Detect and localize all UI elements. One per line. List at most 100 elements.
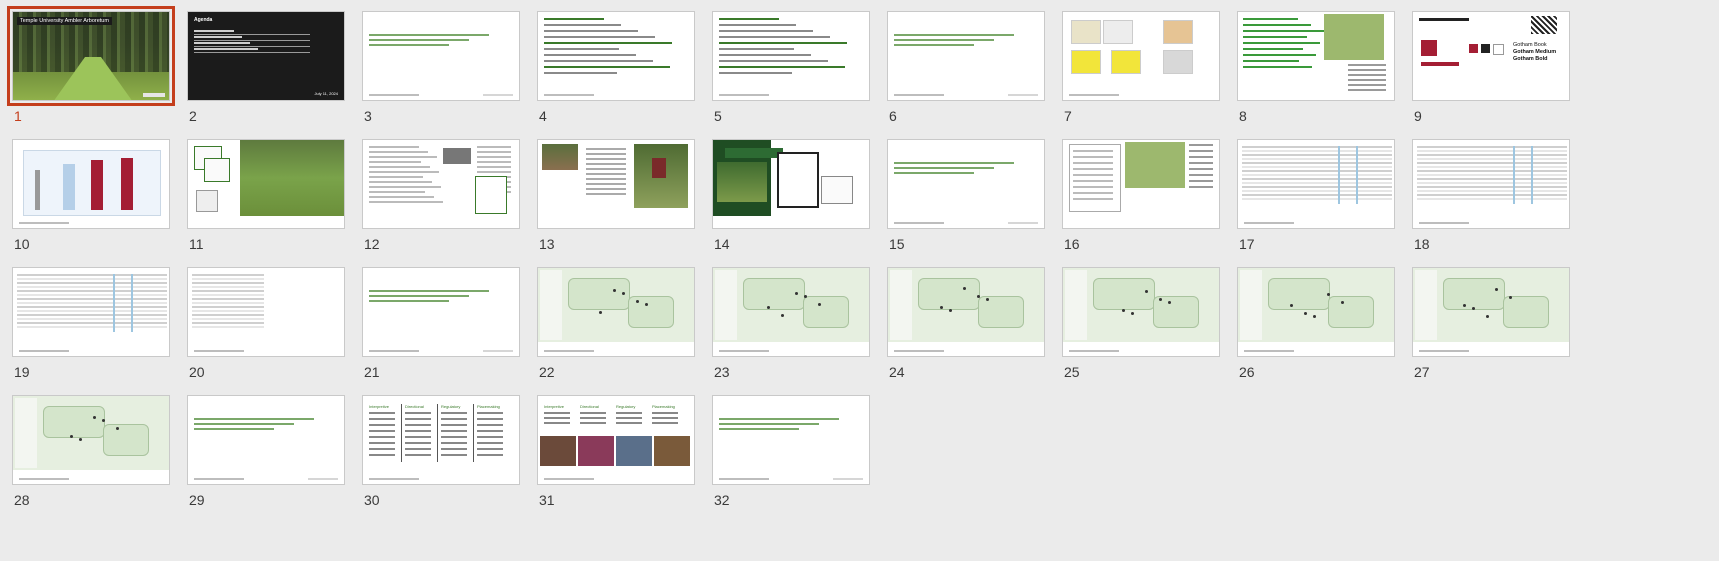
slide-thumbnail-2[interactable]: Agenda July 11, 2024 2 xyxy=(187,11,345,131)
column-heading: Interpretive xyxy=(544,404,565,409)
slide-preview[interactable] xyxy=(887,139,1045,229)
slide-number: 31 xyxy=(539,492,555,508)
slide-number: 18 xyxy=(1414,236,1430,252)
photo-left xyxy=(542,144,578,170)
map-marker xyxy=(1495,288,1498,291)
map-marker xyxy=(1472,307,1475,310)
slide-thumbnail-18[interactable]: 18 xyxy=(1412,139,1570,259)
text-line xyxy=(586,163,626,165)
slide-preview[interactable] xyxy=(712,395,870,485)
slide-thumbnail-25[interactable]: 25 xyxy=(1062,267,1220,387)
slide-thumbnail-15[interactable]: 15 xyxy=(887,139,1045,259)
column-text xyxy=(369,454,395,456)
slide-preview[interactable] xyxy=(12,267,170,357)
map-marker xyxy=(1463,304,1466,307)
slide-preview[interactable] xyxy=(1062,11,1220,101)
table-row xyxy=(1417,190,1567,192)
slide-thumbnail-19[interactable]: 19 xyxy=(12,267,170,387)
slide-thumbnail-7[interactable]: 7 xyxy=(1062,11,1220,131)
slide-thumbnail-5[interactable]: 5 xyxy=(712,11,870,131)
table-row xyxy=(1417,146,1567,148)
slide-preview[interactable] xyxy=(1237,11,1395,101)
slide-preview[interactable] xyxy=(537,267,695,357)
column-text xyxy=(441,448,467,450)
map-area xyxy=(918,278,980,310)
slide-number: 28 xyxy=(14,492,30,508)
slide-thumbnail-3[interactable]: 3 xyxy=(362,11,520,131)
slide-thumbnail-22[interactable]: 22 xyxy=(537,267,695,387)
column-text xyxy=(580,417,606,419)
agenda-rule xyxy=(194,52,310,53)
slide-preview[interactable] xyxy=(187,395,345,485)
slide-thumbnail-8[interactable]: 8 xyxy=(1237,11,1395,131)
slide-thumbnail-9[interactable]: Gotham Book Gotham Medium Gotham Bold 9 xyxy=(1412,11,1570,131)
text-line xyxy=(586,183,626,185)
slide-preview[interactable] xyxy=(887,267,1045,357)
text-line xyxy=(1073,192,1113,194)
slide-preview[interactable] xyxy=(1412,267,1570,357)
map-marker xyxy=(1509,296,1512,299)
slide-thumbnail-30[interactable]: Interpretive Directional Regulatory Placema… xyxy=(362,395,520,515)
slide-footer-right xyxy=(833,478,863,480)
slide-preview[interactable]: Interpretive Directional Regulatory Placema… xyxy=(362,395,520,485)
slide-thumbnail-13[interactable]: 13 xyxy=(537,139,695,259)
slide-preview[interactable] xyxy=(1062,267,1220,357)
slide-thumbnail-12[interactable]: 12 xyxy=(362,139,520,259)
slide-preview[interactable] xyxy=(12,139,170,229)
slide-preview[interactable] xyxy=(12,395,170,485)
bullet-line xyxy=(544,66,670,68)
slide-thumbnail-11[interactable]: 11 xyxy=(187,139,345,259)
slide-thumbnail-32[interactable]: 32 xyxy=(712,395,870,515)
slide-thumbnail-14[interactable]: 14 xyxy=(712,139,870,259)
slide-thumbnail-31[interactable]: Interpretive Directional Regulatory Placema… xyxy=(537,395,695,515)
slide-preview[interactable]: Interpretive Directional Regulatory Placema… xyxy=(537,395,695,485)
slide-footer-right xyxy=(1008,94,1038,96)
slide-thumbnail-6[interactable]: 6 xyxy=(887,11,1045,131)
slide-preview[interactable] xyxy=(712,11,870,101)
bullet-line xyxy=(719,48,794,50)
slide-thumbnail-20[interactable]: 20 xyxy=(187,267,345,387)
map-marker xyxy=(804,295,807,298)
slide-thumbnail-21[interactable]: 21 xyxy=(362,267,520,387)
text-line xyxy=(369,300,449,302)
slide-thumbnail-27[interactable]: 27 xyxy=(1412,267,1570,387)
map-marker xyxy=(1122,309,1125,312)
slide-preview[interactable] xyxy=(1237,267,1395,357)
slide-thumbnail-17[interactable]: 17 xyxy=(1237,139,1395,259)
table-row xyxy=(1242,154,1392,156)
slide-preview[interactable] xyxy=(712,139,870,229)
slide-preview[interactable] xyxy=(1237,139,1395,229)
slide-thumbnail-23[interactable]: 23 xyxy=(712,267,870,387)
slide-preview[interactable]: Agenda July 11, 2024 xyxy=(187,11,345,101)
slide-number: 1 xyxy=(14,108,22,124)
slide-preview[interactable] xyxy=(187,267,345,357)
slide-preview[interactable]: Temple University Ambler Arboretum xyxy=(7,6,175,106)
slide-thumbnail-10[interactable]: 10 xyxy=(12,139,170,259)
bullet-line xyxy=(719,42,847,44)
slide-preview[interactable] xyxy=(362,139,520,229)
slide-footer xyxy=(194,350,244,352)
table-row xyxy=(17,294,167,296)
slide-preview[interactable] xyxy=(537,11,695,101)
slide-thumbnail-24[interactable]: 24 xyxy=(887,267,1045,387)
slide-thumbnail-4[interactable]: 4 xyxy=(537,11,695,131)
slide-preview[interactable] xyxy=(362,11,520,101)
slide-preview[interactable] xyxy=(1412,139,1570,229)
slide-thumbnail-29[interactable]: 29 xyxy=(187,395,345,515)
slide-preview[interactable] xyxy=(537,139,695,229)
slide-preview[interactable] xyxy=(887,11,1045,101)
bullet-line xyxy=(544,36,655,38)
slide-preview[interactable]: Gotham Book Gotham Medium Gotham Bold xyxy=(1412,11,1570,101)
slide-thumbnail-16[interactable]: 16 xyxy=(1062,139,1220,259)
column-text xyxy=(544,412,570,414)
slide-thumbnail-28[interactable]: 28 xyxy=(12,395,170,515)
slide-thumbnail-1[interactable]: Temple University Ambler Arboretum 1 xyxy=(7,6,175,131)
column-text xyxy=(580,412,606,414)
slide-preview[interactable] xyxy=(1062,139,1220,229)
slide-preview[interactable] xyxy=(187,139,345,229)
slide-thumbnail-26[interactable]: 26 xyxy=(1237,267,1395,387)
slide-preview[interactable] xyxy=(712,267,870,357)
slide-preview[interactable] xyxy=(362,267,520,357)
slide-number: 13 xyxy=(539,236,555,252)
swatch-white xyxy=(1493,44,1504,55)
